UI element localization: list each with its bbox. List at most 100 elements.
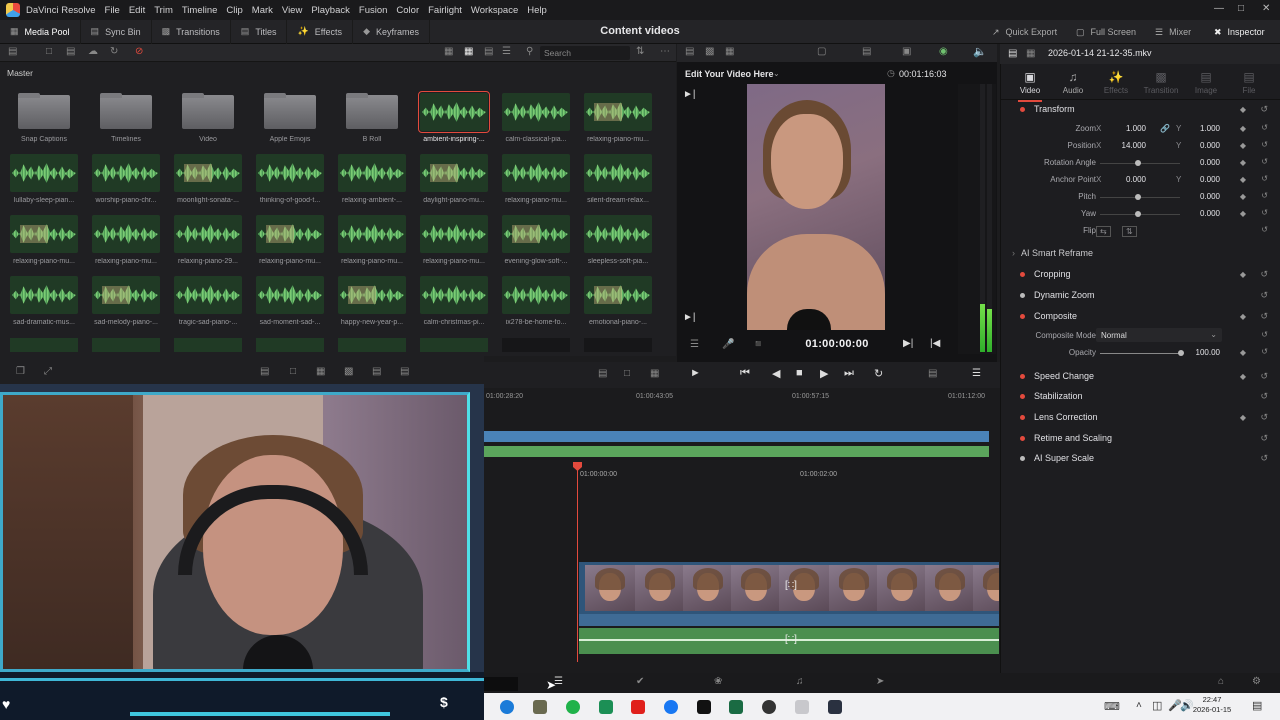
play-icon[interactable]: ▶ <box>820 367 828 380</box>
tab-video[interactable]: ▣ Video <box>1010 70 1050 102</box>
refresh-icon[interactable]: ↻ <box>110 46 118 57</box>
detail-view-icon[interactable]: ☰ <box>502 46 511 57</box>
rotation-slider-knob[interactable] <box>1135 160 1141 166</box>
chevron-down-icon[interactable]: ⌄ <box>773 69 780 78</box>
reset-icon[interactable]: ↺ <box>1261 330 1268 339</box>
section-cropping[interactable]: Cropping ◆ ↺ <box>1010 264 1276 284</box>
section-ai-super-scale[interactable]: AI Super Scale ↺ <box>1010 448 1276 468</box>
color-overlay-icon[interactable]: ◉ <box>939 46 948 57</box>
overview-video-track[interactable] <box>484 431 989 442</box>
audio-clip-item[interactable]: tragic-sad-piano-... <box>174 276 246 326</box>
fit-to-fill-icon[interactable]: ▩ <box>344 366 353 377</box>
place-on-top-icon[interactable]: ▤ <box>372 366 381 377</box>
reset-icon[interactable]: ↺ <box>1260 311 1268 322</box>
bin-folder[interactable]: Video <box>174 93 246 143</box>
next-edit-icon[interactable]: ►| <box>683 312 696 323</box>
keyframe-icon[interactable]: ◆ <box>1240 105 1246 114</box>
keyframe-icon[interactable]: ◆ <box>1240 372 1246 381</box>
enable-toggle[interactable] <box>1020 292 1025 298</box>
reset-icon[interactable]: ↺ <box>1260 104 1268 115</box>
tab-audio[interactable]: ♫ Audio <box>1053 70 1093 95</box>
list-view-icon[interactable]: ▦ <box>444 46 453 57</box>
network-icon[interactable]: ◫ <box>1152 699 1162 712</box>
opacity-field[interactable]: 100.00 <box>1176 348 1220 357</box>
audio-clip-item[interactable]: relaxing-piano-mu... <box>420 215 492 265</box>
section-dynamic-zoom[interactable]: Dynamic Zoom ↺ <box>1010 285 1276 305</box>
deliver-page-icon[interactable]: ➤ <box>876 676 884 687</box>
menu-file[interactable]: File <box>105 5 120 16</box>
audio-clip-item[interactable]: relaxing-piano-mu... <box>256 215 328 265</box>
enable-toggle[interactable] <box>1020 435 1025 441</box>
mixer-button[interactable]: ☰ Mixer <box>1155 20 1191 44</box>
section-speed-change[interactable]: Speed Change ◆ ↺ <box>1010 366 1276 386</box>
replace-clip-icon[interactable]: ▦ <box>650 368 659 379</box>
section-smart-reframe[interactable]: › AI Smart Reframe <box>1010 243 1276 263</box>
composite-mode-select[interactable]: Normal ⌄ <box>1096 328 1222 342</box>
notification-icon[interactable]: ▤ <box>1252 699 1262 712</box>
menu-view[interactable]: View <box>282 5 302 16</box>
tab-file[interactable]: ▤ File <box>1229 70 1269 95</box>
youtube-icon[interactable] <box>631 700 645 714</box>
tab-effects[interactable]: ✨ Effects <box>1096 70 1136 95</box>
home-icon[interactable]: ⌂ <box>1218 676 1224 687</box>
yaw-field[interactable]: 0.000 <box>1176 209 1220 218</box>
menu-trim[interactable]: Trim <box>154 5 173 16</box>
reset-icon[interactable]: ↺ <box>1261 208 1268 217</box>
pitch-field[interactable]: 0.000 <box>1176 192 1220 201</box>
thumbnail-view-icon[interactable]: ▦ <box>464 46 473 57</box>
audio-clip-item[interactable]: moonlight-sonata-... <box>174 154 246 204</box>
app-icon-1[interactable] <box>500 700 514 714</box>
audio-clip-item[interactable]: happy-new-year-p... <box>338 276 410 326</box>
previous-edit-icon[interactable]: ►| <box>683 89 696 100</box>
volume-icon[interactable]: 🔈 <box>973 45 987 58</box>
enable-toggle[interactable] <box>1020 393 1025 399</box>
keyframe-icon[interactable]: ◆ <box>1240 413 1246 422</box>
tab-transition[interactable]: ▩ Transition <box>1141 70 1181 95</box>
append-icon[interactable]: ▤ <box>400 366 409 377</box>
keyframe-icon[interactable]: ◆ <box>1240 175 1246 184</box>
overview-audio-track[interactable] <box>484 446 989 457</box>
audio-clip-item[interactable]: lullaby-sleep-pian... <box>10 154 82 204</box>
audio-clip-item[interactable]: relaxing-piano-mu... <box>502 154 574 204</box>
section-transform[interactable]: Transform ◆ ↺ <box>1010 99 1276 119</box>
playhead[interactable] <box>577 462 578 662</box>
go-to-start-icon[interactable]: ⏮ <box>740 367 750 380</box>
keyframe-icon[interactable]: ◆ <box>1240 141 1246 150</box>
bin-folder[interactable]: Timelines <box>92 93 164 143</box>
bin-folder[interactable]: Apple Emojis <box>256 93 328 143</box>
bin-folder[interactable]: B Roll <box>338 93 410 143</box>
app-icon-2[interactable] <box>533 700 547 714</box>
audio-clip-item[interactable]: calm-classical-pia... <box>502 93 574 143</box>
keyframe-icon[interactable]: ◆ <box>1240 192 1246 201</box>
audio-clip-item[interactable]: emotional-piano-... <box>584 276 656 326</box>
transform-overlay-icon[interactable]: ▣ <box>902 46 911 57</box>
position-y-field[interactable]: 0.000 <box>1176 141 1220 150</box>
section-composite[interactable]: Composite ◆ ↺ <box>1010 306 1276 326</box>
effects-button[interactable]: ✨ Effects <box>287 19 354 44</box>
keyframe-icon[interactable]: ◆ <box>1240 124 1246 133</box>
loop-icon[interactable]: ↻ <box>874 367 883 380</box>
audio-clip-item[interactable]: relaxing-piano-mu... <box>338 215 410 265</box>
audio-clip-item[interactable]: relaxing-piano-mu... <box>10 215 82 265</box>
search-icon[interactable]: ⚲ <box>526 46 533 57</box>
app-icon-9[interactable] <box>762 700 776 714</box>
options-icon[interactable]: ⋯ <box>660 46 670 57</box>
app-icon-7[interactable] <box>697 700 711 714</box>
reset-icon[interactable]: ↺ <box>1261 140 1268 149</box>
audio-clip-item[interactable]: silent-dream-relax... <box>584 154 656 204</box>
enable-toggle[interactable] <box>1020 313 1025 319</box>
audio-clip-item[interactable]: sad-dramatic-mus... <box>10 276 82 326</box>
clip-thumbnail-partial[interactable] <box>502 338 570 352</box>
keyframe-icon[interactable]: ◆ <box>1240 158 1246 167</box>
timeline-ruler-upper[interactable]: 01:00:28:20 01:00:43:05 01:00:57:15 01:0… <box>484 390 1000 404</box>
audio-clip-item[interactable]: relaxing-ambient-... <box>338 154 410 204</box>
enable-toggle[interactable] <box>1020 455 1025 461</box>
reset-icon[interactable]: ↺ <box>1260 453 1268 464</box>
clip-thumbnail-partial[interactable] <box>92 338 160 352</box>
overwrite-icon[interactable]: □ <box>290 366 296 377</box>
sidebar-toggle-icon[interactable]: ▤ <box>8 46 17 57</box>
audio-clip-item[interactable]: ambient-inspiring-... <box>418 91 492 143</box>
search-input[interactable]: Search <box>540 46 630 60</box>
position-x-field[interactable]: 14.000 <box>1102 141 1146 150</box>
new-bin-icon[interactable]: □ <box>46 46 52 57</box>
